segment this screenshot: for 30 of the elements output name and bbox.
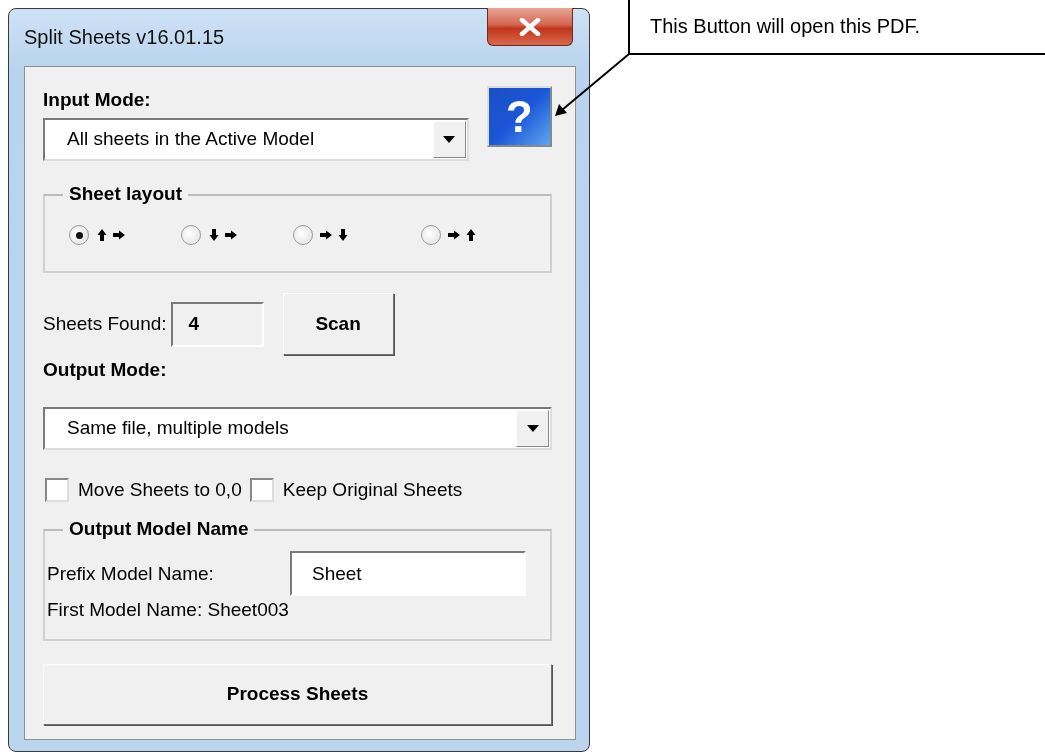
checkbox-label: Move Sheets to 0,0	[78, 479, 242, 501]
output-mode-label: Output Mode:	[43, 359, 168, 381]
up-right-arrows-icon	[95, 228, 127, 242]
input-mode-dropdown[interactable]: All sheets in the Active Model	[43, 118, 469, 161]
close-icon	[518, 17, 542, 36]
input-mode-label: Input Mode:	[43, 89, 152, 111]
checkbox-label: Keep Original Sheets	[282, 479, 463, 501]
callout-text: This Button will open this PDF.	[650, 13, 921, 39]
help-button[interactable]: ?	[486, 86, 552, 147]
radio-button[interactable]	[421, 225, 441, 245]
radio-button[interactable]	[293, 225, 313, 245]
window-title: Split Sheets v16.01.15	[24, 24, 225, 50]
process-sheets-button[interactable]: Process Sheets	[43, 664, 552, 725]
scan-button[interactable]: Scan	[282, 293, 394, 355]
sheets-found-field: 4	[170, 301, 264, 347]
first-model-name-text: First Model Name: Sheet003	[47, 599, 289, 621]
prefix-label: Prefix Model Name:	[47, 562, 215, 585]
sheets-found-label: Sheets Found:	[43, 313, 167, 335]
checkbox[interactable]	[45, 478, 69, 502]
output-mode-dropdown[interactable]: Same file, multiple models	[43, 407, 552, 450]
caret-icon	[526, 425, 539, 432]
prefix-input-field[interactable]: Sheet	[290, 551, 526, 596]
dropdown-button[interactable]	[516, 410, 549, 447]
dropdown-button[interactable]	[432, 121, 466, 158]
close-button[interactable]	[487, 8, 573, 46]
checkbox[interactable]	[249, 478, 274, 502]
caret-icon	[443, 136, 456, 143]
radio-button[interactable]	[181, 225, 201, 245]
down-right-arrows-icon	[207, 228, 239, 242]
radio-button[interactable]	[69, 225, 89, 245]
